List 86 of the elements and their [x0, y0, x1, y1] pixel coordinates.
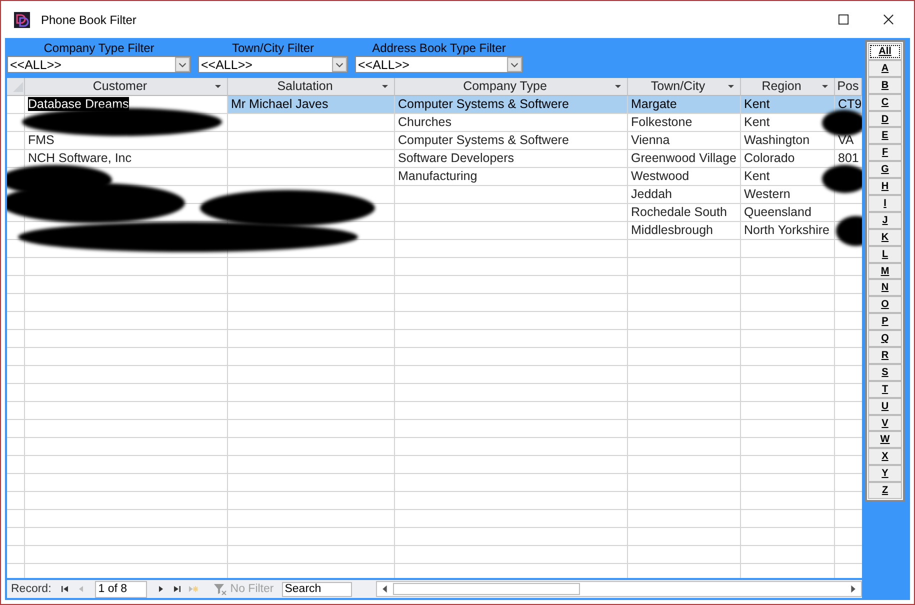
- letter-button[interactable]: K: [868, 228, 902, 246]
- letter-button[interactable]: R: [868, 347, 902, 364]
- app-logo-icon: [14, 12, 30, 28]
- letter-button[interactable]: A: [868, 60, 902, 77]
- dropdown-arrow-icon: [215, 84, 221, 88]
- dropdown-arrow-icon: [615, 84, 621, 88]
- table-cell-text: Jeddah: [630, 186, 674, 203]
- caret-icon: [507, 57, 522, 72]
- table-cell: Computer Systems & Softwere: [395, 96, 628, 114]
- table-cell-text: 801: [837, 150, 860, 167]
- redaction-mark: [822, 165, 862, 193]
- record-label: Record:: [11, 583, 52, 595]
- last-record-icon[interactable]: [172, 584, 182, 594]
- letter-button[interactable]: U: [868, 398, 902, 415]
- horizontal-scrollbar[interactable]: [376, 581, 862, 597]
- table-cell: Mr Michael Javes: [228, 96, 395, 114]
- letter-button[interactable]: N: [868, 279, 902, 296]
- dropdown-arrow-icon: [382, 84, 388, 88]
- table-cell-text: Middlesbrough: [630, 222, 714, 239]
- letter-button[interactable]: M: [868, 262, 902, 280]
- column-header[interactable]: Company Type: [395, 78, 628, 96]
- letter-button[interactable]: P: [868, 313, 902, 330]
- maximize-icon[interactable]: [838, 14, 849, 25]
- first-record-icon[interactable]: [60, 584, 70, 594]
- letter-button[interactable]: V: [868, 414, 902, 432]
- filter-clear-icon: [213, 583, 228, 595]
- letter-button[interactable]: D: [868, 110, 902, 128]
- record-position-field[interactable]: 1 of 8: [95, 580, 148, 598]
- table-cell-text: Software Developers: [397, 150, 516, 167]
- table-cell-text: VA: [837, 132, 855, 149]
- window-title: Phone Book Filter: [41, 12, 138, 26]
- table-cell-text: NCH Software, Inc: [27, 150, 133, 167]
- close-icon[interactable]: [883, 14, 894, 25]
- column-header[interactable]: Salutation: [228, 78, 395, 96]
- table-cell-text: Manufacturing: [397, 168, 478, 185]
- table-cell-text: Computer Systems & Softwere: [397, 132, 570, 149]
- redaction-mark: [822, 110, 862, 136]
- table-cell-text: Washington: [743, 132, 811, 149]
- table-cell-text: Western: [743, 186, 792, 203]
- table-cell-text: FMS: [27, 132, 56, 149]
- table-cell-text: Folkestone: [630, 114, 694, 131]
- letter-button[interactable]: I: [868, 195, 902, 212]
- caret-icon: [332, 57, 347, 72]
- filter-dropdown[interactable]: <<ALL>>: [7, 56, 191, 73]
- column-header[interactable]: Town/City: [628, 78, 741, 96]
- table-cell-text: Kent: [743, 114, 771, 131]
- table-cell-text: Churches: [397, 114, 452, 131]
- caret-icon: [175, 57, 190, 72]
- letter-button[interactable]: F: [868, 144, 902, 162]
- table-cell-text: North Yorkshire: [743, 222, 830, 239]
- letter-button[interactable]: J: [868, 212, 902, 229]
- table-cell-text: Rochedale South: [630, 204, 728, 221]
- letter-button[interactable]: L: [868, 246, 902, 263]
- letter-button[interactable]: G: [868, 161, 902, 178]
- letter-button[interactable]: S: [868, 364, 902, 381]
- letter-button[interactable]: C: [868, 94, 902, 111]
- filter-dropdown[interactable]: <<ALL>>: [198, 56, 348, 73]
- column-header[interactable]: Pos: [835, 78, 862, 96]
- search-field[interactable]: Search: [282, 582, 352, 596]
- letter-button[interactable]: O: [868, 296, 902, 314]
- letter-button[interactable]: T: [868, 380, 902, 398]
- column-header[interactable]: Region: [741, 78, 835, 96]
- table-cell-text: Vienna: [630, 132, 671, 149]
- letter-button[interactable]: Q: [868, 330, 902, 348]
- dropdown-arrow-icon: [822, 84, 828, 88]
- letter-button[interactable]: X: [868, 448, 902, 466]
- table-cell-text: Greenwood Village: [630, 150, 738, 167]
- table-cell-text: Colorado: [743, 150, 796, 167]
- table-cell-text: Kent: [743, 168, 771, 185]
- table-cell: Margate: [628, 96, 741, 114]
- letter-button[interactable]: Z: [868, 482, 902, 500]
- dropdown-arrow-icon: [728, 84, 734, 88]
- letter-button[interactable]: B: [868, 76, 902, 94]
- table-cell-text: Westwood: [630, 168, 690, 185]
- filter-label: Company Type Filter: [44, 40, 154, 56]
- filter-label: Town/City Filter: [232, 40, 314, 56]
- letter-button[interactable]: H: [868, 178, 902, 196]
- letter-button[interactable]: E: [868, 127, 902, 144]
- letter-button[interactable]: Y: [868, 465, 902, 482]
- filter-label: Address Book Type Filter: [372, 40, 506, 56]
- column-header[interactable]: Customer: [25, 78, 228, 96]
- table-cell-text: Queensland: [743, 204, 812, 221]
- filter-dropdown[interactable]: <<ALL>>: [355, 56, 523, 73]
- letter-button[interactable]: W: [868, 431, 902, 448]
- table-cell: Kent: [741, 96, 835, 114]
- letter-button[interactable]: All: [868, 43, 902, 60]
